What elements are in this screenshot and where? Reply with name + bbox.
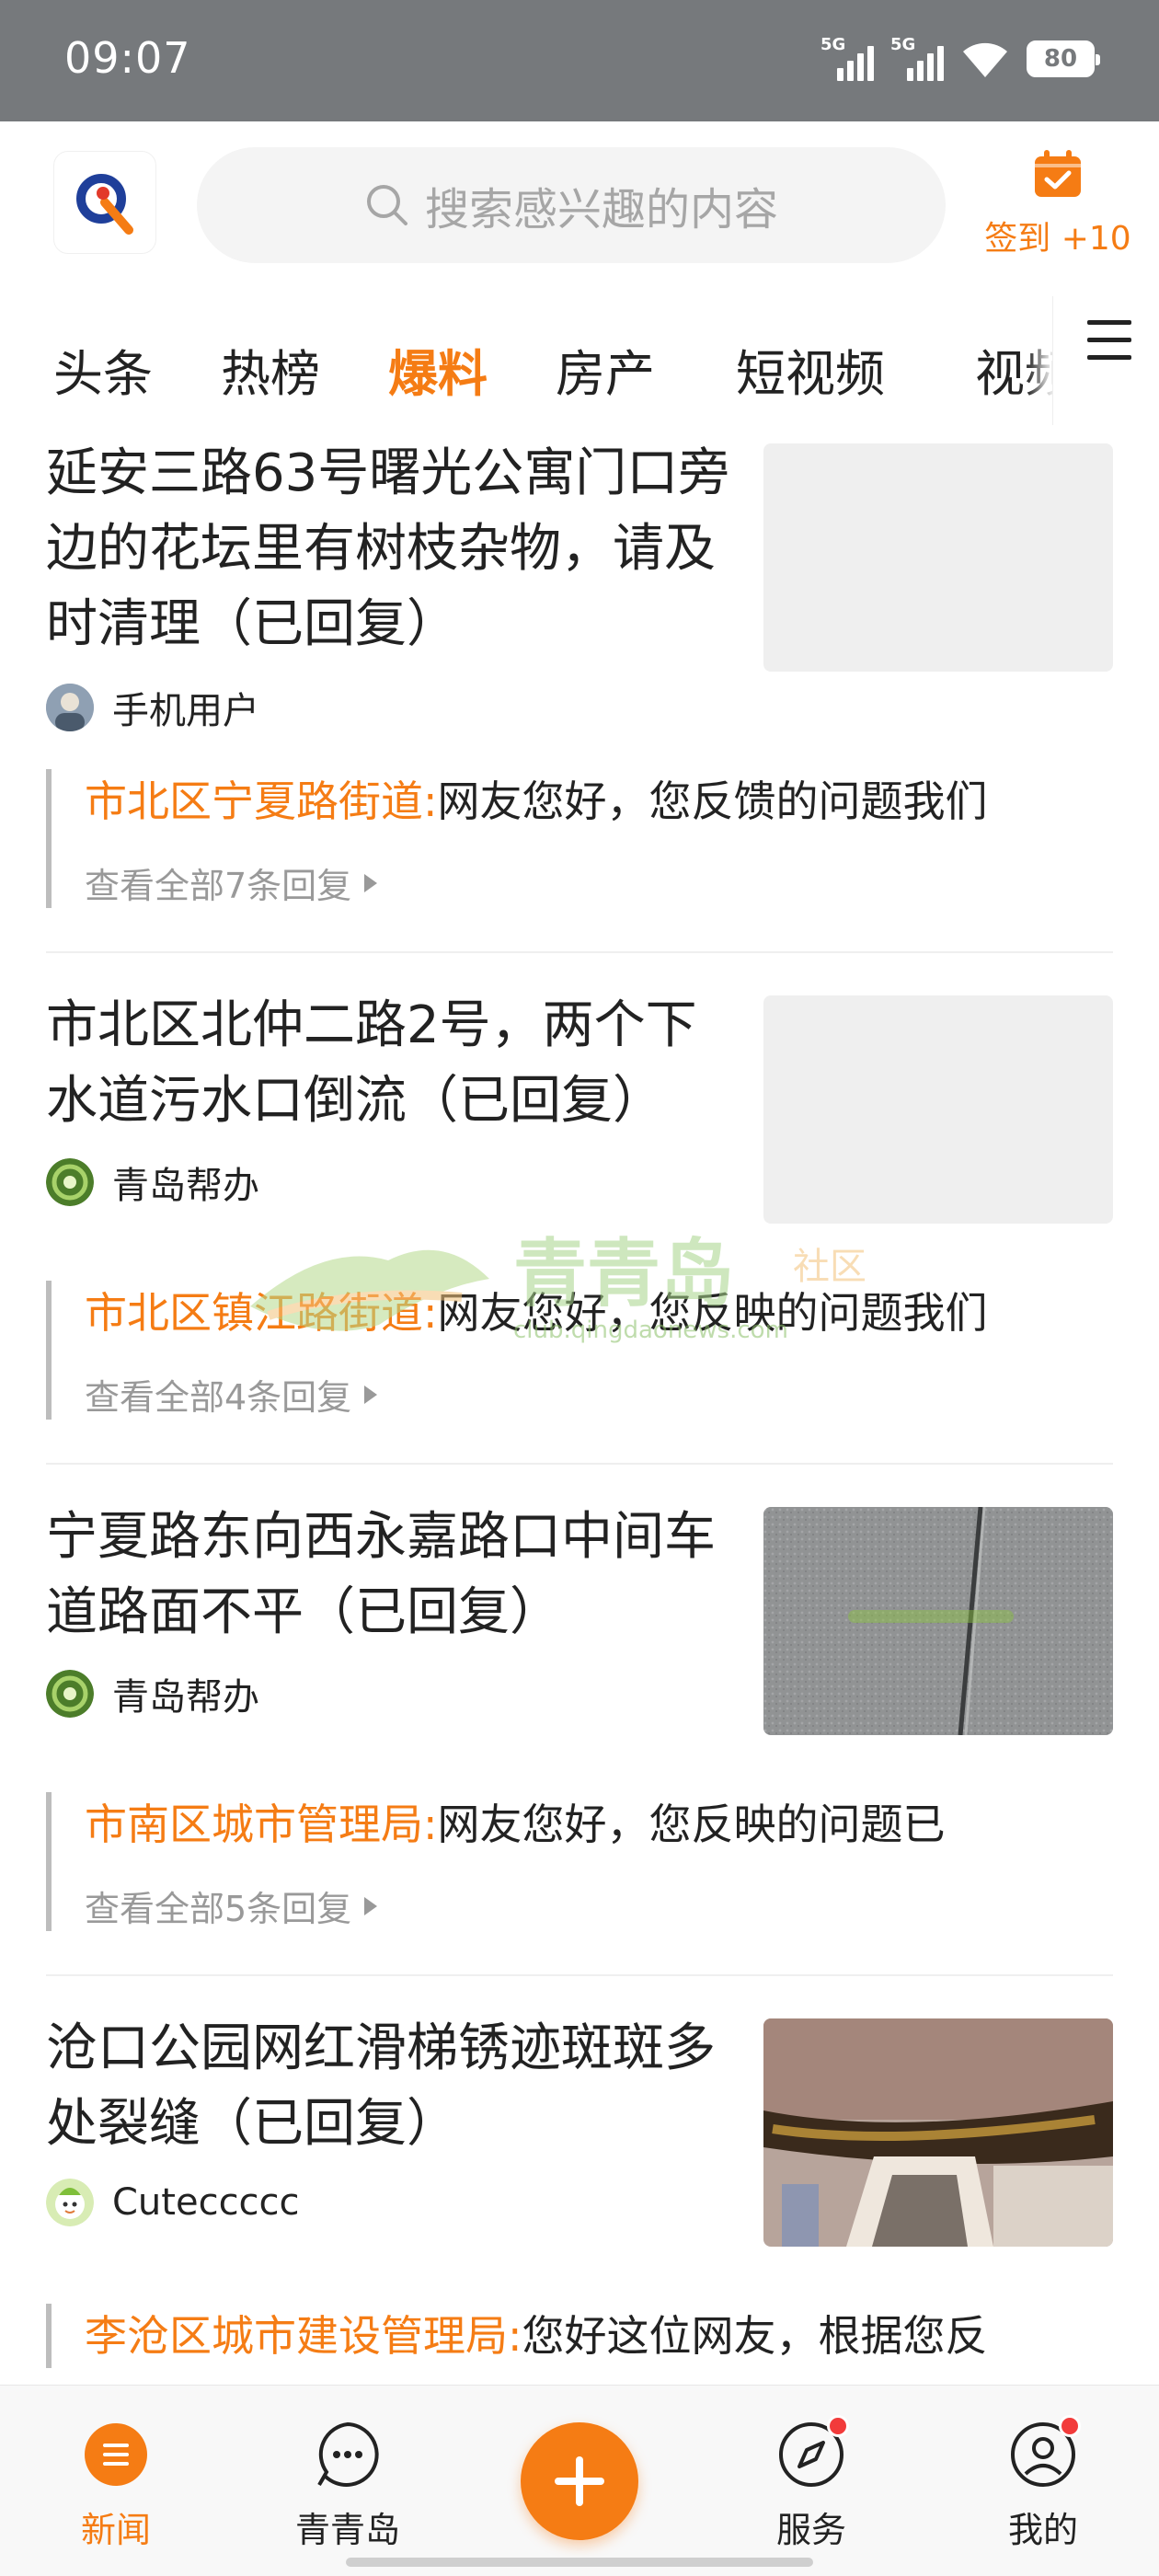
post-author[interactable]: 青岛帮办	[46, 1667, 259, 1720]
caret-right-icon	[364, 1896, 378, 1915]
nav-news[interactable]: 新闻	[42, 2421, 189, 2552]
reply-text: 您好这位网友，根据您反	[522, 2311, 988, 2361]
post-author[interactable]: 手机用户	[46, 681, 259, 734]
cellular-signal-icon: 5G	[890, 35, 944, 81]
signin-button[interactable]: 签到 +10	[984, 149, 1131, 259]
news-icon	[82, 2421, 150, 2489]
reply-department: 市北区镇江路街道:	[85, 1288, 438, 1338]
search-icon	[366, 185, 407, 225]
author-name: 青岛帮办	[112, 1676, 259, 1719]
reply-preview[interactable]: 市北区镇江路街道:网友您好，您反映的问题我们 查看全部4条回复	[46, 1281, 1113, 1420]
qingdao-bangban-avatar-icon	[46, 1158, 94, 1206]
road-photo-image	[763, 1507, 1113, 1735]
status-icons: 5G 5G 80	[820, 35, 1100, 81]
bottom-navigation: 新闻 青青岛 服务 我的	[0, 2385, 1159, 2576]
reply-department: 市南区城市管理局:	[85, 1800, 438, 1849]
reply-text: 网友您好，您反映的问题已	[437, 1800, 946, 1849]
calendar-check-icon	[1035, 150, 1081, 197]
nav-news-label: 新闻	[80, 2510, 151, 2550]
nav-profile-label: 我的	[1007, 2510, 1078, 2550]
author-name: 青岛帮办	[112, 1165, 259, 1207]
reply-preview[interactable]: 市北区宁夏路街道:网友您好，您反馈的问题我们 查看全部7条回复	[46, 769, 1113, 908]
post-thumbnail[interactable]	[763, 1507, 1113, 1735]
status-bar: 09:07 5G 5G 80	[0, 0, 1159, 121]
list-item[interactable]: 市北区北仲二路2号，两个下水道污水口倒流（已回复） 青岛帮办 市北区镇江路街道:…	[46, 988, 1113, 1466]
view-all-replies-link[interactable]: 查看全部4条回复	[85, 1369, 1113, 1420]
wifi-icon	[963, 42, 1007, 77]
nav-profile[interactable]: 我的	[970, 2415, 1117, 2552]
caret-right-icon	[364, 1385, 378, 1404]
avatar	[46, 2179, 94, 2226]
reply-text: 网友您好，您反映的问题我们	[437, 1288, 988, 1338]
post-title[interactable]: 延安三路63号曙光公寓门口旁边的花坛里有树枝杂物，请及时清理（已回复）	[46, 436, 745, 662]
tab-baoliao[interactable]: 爆料	[388, 333, 488, 406]
signin-label: 签到 +10	[984, 220, 1131, 258]
divider	[46, 951, 1113, 953]
view-all-replies-link[interactable]: 查看全部5条回复	[85, 1880, 1113, 1931]
app-header: 搜索感兴趣的内容 签到 +10	[0, 121, 1159, 296]
divider	[46, 1974, 1113, 1976]
reply-text: 网友您好，您反馈的问题我们	[437, 776, 988, 826]
post-title[interactable]: 沧口公园网红滑梯锈迹斑斑多处裂缝（已回复）	[46, 2011, 745, 2162]
reply-department: 市北区宁夏路街道:	[85, 776, 438, 826]
post-author[interactable]: 青岛帮办	[46, 1156, 259, 1209]
nav-service-label: 服务	[775, 2510, 846, 2550]
compass-icon	[777, 2415, 849, 2489]
post-thumbnail[interactable]	[763, 2018, 1113, 2247]
slide-photo-image	[763, 2018, 1113, 2247]
app-logo[interactable]	[53, 151, 156, 254]
menu-icon	[1087, 320, 1131, 362]
avatar	[46, 1158, 94, 1206]
list-item[interactable]: 延安三路63号曙光公寓门口旁边的花坛里有树枝杂物，请及时清理（已回复） 手机用户…	[46, 436, 1113, 914]
qingdao-bangban-avatar-icon	[46, 1670, 94, 1718]
avatar	[46, 1670, 94, 1718]
search-placeholder: 搜索感兴趣的内容	[424, 184, 778, 236]
reply-preview[interactable]: 市南区城市管理局:网友您好，您反映的问题已 查看全部5条回复	[46, 1792, 1113, 1931]
user-avatar-icon	[46, 684, 94, 731]
profile-icon	[1009, 2415, 1081, 2489]
plus-icon	[555, 2456, 604, 2506]
view-all-replies-label: 查看全部4条回复	[85, 1377, 352, 1418]
qingdao-logo-icon	[76, 174, 133, 235]
post-thumbnail[interactable]	[763, 443, 1113, 672]
reply-preview[interactable]: 李沧区城市建设管理局:您好这位网友，根据您反	[46, 2304, 1113, 2368]
tab-fangchan[interactable]: 房产	[556, 333, 655, 406]
cartoon-avatar-icon	[46, 2179, 94, 2226]
battery-level: 80	[1043, 45, 1078, 73]
search-bar[interactable]: 搜索感兴趣的内容	[197, 147, 946, 263]
post-thumbnail[interactable]	[763, 995, 1113, 1224]
list-item[interactable]: 宁夏路东向西永嘉路口中间车道路面不平（已回复） 青岛帮办 市南区城市管理局:网友…	[46, 1500, 1113, 1978]
notification-dot	[827, 2415, 849, 2437]
view-all-replies-label: 查看全部5条回复	[85, 1889, 352, 1929]
cellular-signal-icon: 5G	[820, 35, 874, 81]
nav-service[interactable]: 服务	[738, 2415, 885, 2552]
home-indicator[interactable]	[346, 2558, 813, 2567]
post-title[interactable]: 宁夏路东向西永嘉路口中间车道路面不平（已回复）	[46, 1500, 745, 1650]
nav-qingqingdao[interactable]: 青青岛	[274, 2421, 421, 2552]
tab-rebang[interactable]: 热榜	[221, 333, 320, 406]
author-name: 手机用户	[112, 690, 259, 732]
tab-toutiao[interactable]: 头条	[53, 333, 153, 406]
avatar	[46, 684, 94, 731]
tab-menu-button[interactable]	[1052, 296, 1159, 425]
add-post-button[interactable]	[521, 2422, 638, 2540]
status-time: 09:07	[64, 33, 191, 83]
category-tabs: 头条 热榜 爆料 房产 短视频 视频	[0, 296, 1159, 425]
nav-qingqingdao-label: 青青岛	[294, 2510, 400, 2550]
chat-icon	[314, 2421, 382, 2489]
notification-dot	[1059, 2415, 1081, 2437]
divider	[46, 1463, 1113, 1465]
post-title[interactable]: 市北区北仲二路2号，两个下水道污水口倒流（已回复）	[46, 988, 745, 1139]
author-name: Cuteccccc	[112, 2181, 300, 2224]
view-all-replies-label: 查看全部7条回复	[85, 866, 352, 906]
tab-duanshipin[interactable]: 短视频	[736, 333, 885, 406]
reply-department: 李沧区城市建设管理局:	[85, 2311, 522, 2361]
battery-icon: 80	[1027, 40, 1100, 77]
list-item[interactable]: 沧口公园网红滑梯锈迹斑斑多处裂缝（已回复） Cuteccccc 李沧区城市建设管…	[46, 2011, 1113, 2385]
feed-list: 延安三路63号曙光公寓门口旁边的花坛里有树枝杂物，请及时清理（已回复） 手机用户…	[0, 425, 1159, 2385]
post-author[interactable]: Cuteccccc	[46, 2179, 300, 2226]
view-all-replies-link[interactable]: 查看全部7条回复	[85, 857, 1113, 908]
caret-right-icon	[364, 873, 378, 892]
